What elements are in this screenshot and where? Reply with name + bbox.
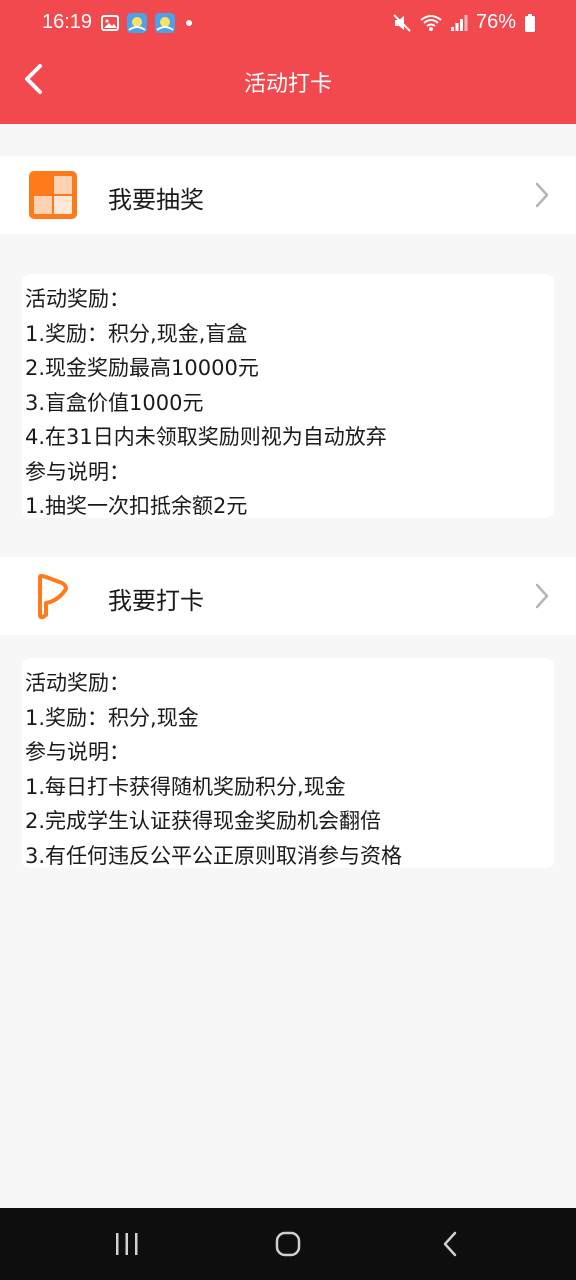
lottery-grid-icon [29, 171, 77, 219]
chevron-right-icon [535, 583, 549, 609]
rule-line: 4.在31日内未领取奖励则视为自动放弃 [25, 425, 387, 449]
rule-line: 3.盲盒价值1000元 [25, 390, 204, 415]
notification-icons [100, 12, 196, 34]
system-back-button[interactable] [440, 1230, 460, 1258]
page-title: 活动打卡 [243, 72, 332, 97]
lottery-rules-card: 活动奖励： 1.奖励：积分,现金,盲盒 2.现金奖励最高10000元 3.盲盒价… [22, 274, 554, 518]
system-nav-bar [0, 1208, 576, 1280]
rule-line: 1.奖励：积分,现金,盲盒 [25, 321, 248, 346]
battery-percentage: 76% [475, 11, 516, 33]
app-notification-icon [127, 13, 147, 33]
rule-line: 3.有任何违反公平公正原则取消参与资格 [25, 843, 403, 868]
checkin-row[interactable]: 我要打卡 [0, 557, 576, 635]
rule-line: 活动奖励： [25, 671, 130, 695]
rule-line: 2.完成学生认证获得现金奖励机会翻倍 [25, 809, 382, 833]
checkin-label: 我要打卡 [108, 587, 204, 615]
chevron-right-icon [535, 182, 549, 208]
recent-apps-button[interactable] [114, 1230, 140, 1258]
rule-line: 参与说明： [25, 740, 130, 764]
system-status-icons: 76% [392, 11, 536, 34]
rule-line: 活动奖励： [25, 287, 130, 311]
status-time: 16:19 [42, 11, 93, 33]
rule-line: 2.现金奖励最高10000元 [25, 356, 259, 380]
status-bar: 16:19 76% [0, 0, 576, 46]
lottery-label: 我要抽奖 [108, 186, 204, 214]
gallery-notification-icon [101, 15, 119, 31]
rule-line: 1.奖励：积分,现金 [25, 705, 199, 730]
home-button[interactable] [274, 1230, 302, 1258]
app-header: 16:19 76% 活动打卡 [0, 0, 576, 124]
dot-icon [186, 20, 192, 26]
nav-bar: 活动打卡 [0, 46, 576, 124]
rule-line: 参与说明： [25, 459, 130, 484]
flag-icon [38, 574, 68, 620]
checkin-rules-card: 活动奖励： 1.奖励：积分,现金 参与说明： 1.每日打卡获得随机奖励积分,现金… [22, 658, 554, 868]
lottery-row[interactable]: 我要抽奖 [0, 156, 576, 234]
mute-icon [393, 13, 411, 32]
signal-icon [450, 14, 468, 31]
wifi-icon [420, 14, 442, 31]
rule-line: 1.抽奖一次扣抵余额2元 [25, 494, 248, 518]
rule-line: 1.每日打卡获得随机奖励积分,现金 [25, 774, 346, 799]
app-notification-icon-2 [155, 13, 175, 33]
battery-icon [525, 13, 535, 32]
